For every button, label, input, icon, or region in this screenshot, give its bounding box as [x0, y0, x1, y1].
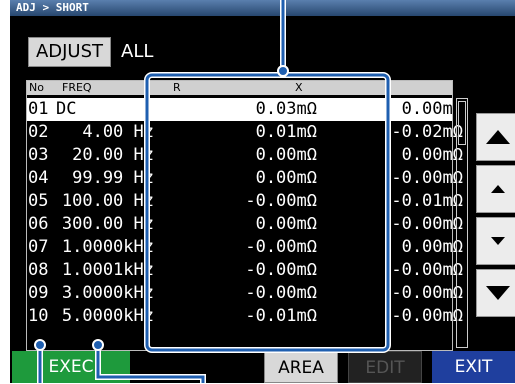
row-x: -0.00mΩ [391, 283, 463, 303]
breadcrumb: ADJ > SHORT [10, 0, 515, 16]
header-freq: FREQ [62, 81, 92, 94]
line-up-button[interactable] [476, 165, 515, 213]
scrollbar[interactable] [456, 98, 468, 348]
row-x: 0.00mΩ [401, 145, 463, 165]
row-freq: 1.0000kHz [61, 237, 154, 257]
row-r: 0.00mΩ [255, 214, 317, 234]
row-freq: DC [56, 99, 77, 119]
header-x: X [295, 81, 303, 94]
row-x: 0.00mΩ [401, 99, 463, 119]
page-down-button[interactable] [476, 269, 515, 317]
table-row[interactable]: 06 300.00 Hz 0.00mΩ -0.00mΩ [26, 213, 463, 236]
exec-button[interactable]: EXEC [12, 351, 130, 383]
row-freq: 300.00 Hz [61, 214, 154, 234]
scrollbar-thumb[interactable] [458, 101, 466, 145]
row-freq: 4.00 Hz [82, 122, 154, 142]
table-row[interactable]: 09 3.0000kHz -0.00mΩ -0.00mΩ [26, 282, 463, 305]
correction-table: 01 DC 0.03mΩ 0.00mΩ 02 4.00 Hz 0.01mΩ -0… [26, 98, 463, 353]
row-x: -0.00mΩ [391, 168, 463, 188]
row-r: 0.03mΩ [255, 99, 317, 119]
table-row[interactable]: 10 5.0000kHz -0.01mΩ -0.00mΩ [26, 305, 463, 328]
table-row[interactable]: 02 4.00 Hz 0.01mΩ -0.02mΩ [26, 121, 463, 144]
row-freq: 1.0001kHz [61, 260, 154, 280]
row-r: -0.00mΩ [245, 191, 317, 211]
header-r: R [173, 81, 181, 94]
row-freq: 5.0000kHz [61, 306, 154, 326]
table-row[interactable]: 08 1.0001kHz -0.00mΩ -0.00mΩ [26, 259, 463, 282]
page-down-icon [486, 286, 510, 300]
adjust-button[interactable]: ADJUST [28, 37, 111, 67]
table-header-right: R X [158, 81, 453, 95]
mode-label: ALL [121, 41, 154, 62]
table-row[interactable]: 04 99.99 Hz 0.00mΩ -0.00mΩ [26, 167, 463, 190]
row-r: 0.00mΩ [255, 168, 317, 188]
row-x: -0.00mΩ [391, 260, 463, 280]
row-freq: 100.00 Hz [61, 191, 154, 211]
row-r: -0.00mΩ [245, 260, 317, 280]
line-down-icon [491, 237, 505, 245]
page-up-button[interactable] [476, 113, 515, 161]
row-x: -0.00mΩ [391, 214, 463, 234]
table-row[interactable]: 05 100.00 Hz -0.00mΩ -0.01mΩ [26, 190, 463, 213]
row-freq: 99.99 Hz [72, 168, 154, 188]
row-freq: 3.0000kHz [61, 283, 154, 303]
row-x: -0.02mΩ [391, 122, 463, 142]
instrument-panel: ADJ > SHORT ADJUST ALL No FREQ R X 01 DC… [10, 0, 515, 383]
row-x: -0.00mΩ [391, 306, 463, 326]
exit-button[interactable]: EXIT [432, 351, 515, 383]
row-no: 01 [28, 99, 49, 119]
table-row[interactable]: 07 1.0000kHz -0.00mΩ 0.00mΩ [26, 236, 463, 259]
table-row[interactable]: 01 DC 0.03mΩ 0.00mΩ [26, 98, 463, 121]
area-button[interactable]: AREA [264, 351, 338, 383]
line-down-button[interactable] [476, 217, 515, 265]
page-up-icon [486, 130, 510, 144]
row-r: -0.01mΩ [245, 306, 317, 326]
row-x: -0.01mΩ [391, 191, 463, 211]
header-no: No [29, 81, 44, 94]
row-x: 0.00mΩ [401, 237, 463, 257]
row-r: -0.00mΩ [245, 237, 317, 257]
table-header-left: No FREQ [26, 81, 158, 95]
row-freq: 20.00 Hz [72, 145, 154, 165]
row-r: -0.00mΩ [245, 283, 317, 303]
row-r: 0.00mΩ [255, 145, 317, 165]
screen: ADJ > SHORT ADJUST ALL No FREQ R X 01 DC… [0, 0, 515, 383]
table-row[interactable]: 03 20.00 Hz 0.00mΩ 0.00mΩ [26, 144, 463, 167]
line-up-icon [491, 185, 505, 193]
edit-button[interactable]: EDIT [348, 351, 422, 383]
row-r: 0.01mΩ [255, 122, 317, 142]
